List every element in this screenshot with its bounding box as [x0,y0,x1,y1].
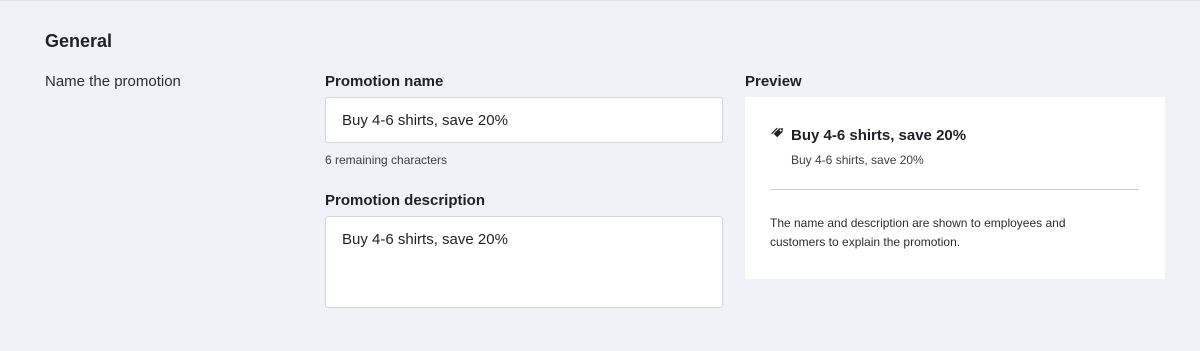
preview-title: Buy 4-6 shirts, save 20% [791,127,967,144]
preview-label: Preview [745,73,802,90]
promotion-description-label: Promotion description [325,192,486,209]
preview-note: The name and description are shown to em… [770,216,1066,249]
promotion-description-textarea[interactable]: Buy 4-6 shirts, save 20% [325,216,723,308]
remaining-characters-hint: 6 remaining characters [325,153,448,167]
promotion-name-input[interactable] [325,97,723,143]
section-title: General [45,31,113,51]
tag-icon [771,124,787,140]
promotion-name-label: Promotion name [325,73,444,90]
preview-divider [770,189,1139,190]
row-label-name-promotion: Name the promotion [45,73,181,90]
top-divider [0,0,1200,1]
preview-subtitle: Buy 4-6 shirts, save 20% [791,153,924,167]
preview-card: Buy 4-6 shirts, save 20% Buy 4-6 shirts,… [745,97,1165,279]
